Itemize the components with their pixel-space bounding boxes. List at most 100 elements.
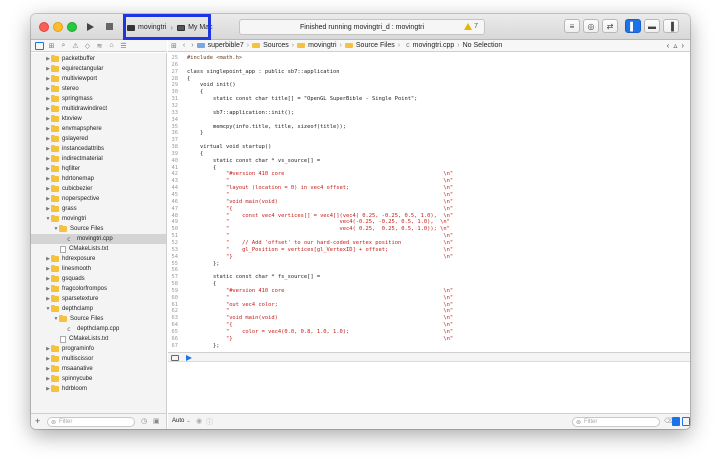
console-filter-field[interactable]: ⊜ Filter [572,417,660,427]
navigator-item[interactable]: ▶ fragcolorfrompos [31,284,166,294]
navigator-item-label: depthclamp [62,306,94,312]
forward-arrow-icon[interactable]: › [191,42,193,49]
navigator-item[interactable]: ▼ movingtri [31,214,166,224]
navigator-item[interactable]: ▶ linesmooth [31,264,166,274]
line-number: 67 [171,342,179,349]
console-filter-placeholder: Filter [584,419,598,425]
toggle-debug-area-button[interactable]: ▬ [644,19,660,33]
navigator-item[interactable]: ▶ hdrtonemap [31,174,166,184]
breadcrumb-sources[interactable]: Sources [263,42,289,49]
navigator-item-label: msaanative [62,366,93,372]
related-items-icon[interactable]: ⊞ [171,42,177,50]
navigator-item[interactable]: CMakeLists.txt [31,244,166,254]
navigator-item[interactable]: ▶ grass [31,204,166,214]
navigator-item[interactable]: ▶ equirectangular [31,64,166,74]
navigator-item-label: grass [62,206,77,212]
navigator-item[interactable]: ▶ springmass [31,94,166,104]
navigator-item[interactable]: ▶ indirectmaterial [31,154,166,164]
quick-look-icon[interactable]: ◉ [196,417,202,425]
folder-icon [344,43,353,48]
issue-navigator-icon[interactable]: ⚠ [71,42,80,50]
run-button[interactable] [83,19,97,35]
navigator-item[interactable]: ▶ instancedattribs [31,144,166,154]
warning-icon [464,23,473,30]
add-file-button[interactable]: + [35,416,40,426]
navigator-item[interactable]: c movingtri.cpp [31,234,166,244]
navigator-item[interactable]: ▶ hdrbloom [31,384,166,394]
navigator-item[interactable]: ▶ gsquads [31,274,166,284]
next-issue-icon[interactable]: › [681,41,684,50]
code-line: 67 }; [168,343,688,350]
navigator-item[interactable]: ▼ depthclamp [31,304,166,314]
navigator-item-label: Source Files [70,316,104,322]
navigator-item[interactable]: ▶ stereo [31,84,166,94]
report-navigator-icon[interactable]: ☰ [119,42,128,50]
navigator-item[interactable]: ▶ noperspective [31,194,166,204]
navigator-item-label: gsquads [62,276,85,282]
navigator-item-label: multidrawindirect [62,106,108,112]
navigator-item[interactable]: ▶ multidrawindirect [31,104,166,114]
navigator-item-label: spinnycube [62,376,93,382]
xcode-window: movingtri › My Mac Finished running movi… [31,14,690,429]
navigator-item[interactable]: ▼ Source Files [31,314,166,324]
navigator-item[interactable]: ▶ packetbuffer [31,54,166,64]
navigator-item[interactable]: ▶ cubicbezier [31,184,166,194]
find-navigator-icon[interactable]: ⌕ [59,42,68,50]
navigator-item[interactable]: ▶ hqfilter [31,164,166,174]
console-view-toggle-icon[interactable] [682,417,690,426]
breadcrumb-source-files[interactable]: Source Files [356,42,395,49]
toggle-navigator-button[interactable]: ▌ [625,19,641,33]
debug-console[interactable] [168,363,690,413]
navigator-item[interactable]: ▶ spinnycube [31,374,166,384]
symbol-navigator-icon[interactable]: ⊞ [47,42,56,50]
variables-view-toggle-icon[interactable] [672,417,680,426]
assistant-editor-button[interactable]: ◎ [583,19,599,33]
breadcrumb-movingtri[interactable]: movingtri [308,42,336,49]
version-editor-button[interactable]: ⇄ [602,19,618,33]
modified-files-icon[interactable]: ▣ [153,417,160,425]
navigator-item[interactable]: ▶ gslayered [31,134,166,144]
navigator-tabs: ⊞ ⌕ ⚠ ◇ ≋ ⌂ ☰ [31,40,167,52]
folder-icon [51,365,59,372]
debug-navigator-icon[interactable]: ≋ [95,42,104,50]
navigator-item[interactable]: ▶ multiviewport [31,74,166,84]
warning-indicator[interactable]: 7 [464,23,478,30]
navigator-item[interactable]: ▶ programinfo [31,344,166,354]
standard-editor-button[interactable]: ≡ [564,19,580,33]
breadcrumb-project[interactable]: superbible7 [208,42,244,49]
highlight-box [123,14,211,40]
folder-icon [51,195,59,202]
warning-nav-icon[interactable]: ▵ [673,41,677,50]
breadcrumb-selection[interactable]: No Selection [463,42,503,49]
recent-files-icon[interactable]: ◷ [141,417,147,425]
test-navigator-icon[interactable]: ◇ [83,42,92,50]
project-navigator-icon[interactable] [35,42,44,50]
navigator-item[interactable]: ▶ hdrexposure [31,254,166,264]
warning-count: 7 [474,23,478,30]
back-arrow-icon[interactable]: ‹ [183,42,185,49]
toggle-utilities-button[interactable]: ▐ [663,19,679,33]
breakpoints-toggle-icon[interactable] [186,355,192,361]
folder-icon [51,85,59,92]
navigator-item[interactable]: c depthclamp.cpp [31,324,166,334]
info-icon[interactable]: ⓘ [206,417,213,427]
minimize-window-button[interactable] [53,22,63,32]
navigator-filter-field[interactable]: ⊜ Filter [47,417,135,427]
navigator-item[interactable]: ▼ Source Files [31,224,166,234]
navigator-item[interactable]: ▶ sparsetexture [31,294,166,304]
stop-button[interactable] [103,19,117,35]
navigator-item[interactable]: ▶ msaanative [31,364,166,374]
source-editor[interactable]: 25 #include <math.h> 26 27 class singlepoint… [168,53,690,352]
navigator-item[interactable]: ▶ ktxview [31,114,166,124]
breadcrumb-file[interactable]: movingtri.cpp [413,42,455,49]
hide-debug-area-icon[interactable] [171,355,179,361]
navigator-item[interactable]: ▶ envmapsphere [31,124,166,134]
breakpoint-navigator-icon[interactable]: ⌂ [107,42,116,50]
navigator-item[interactable]: ▶ multiscissor [31,354,166,364]
navigator-item[interactable]: CMakeLists.txt [31,334,166,344]
close-window-button[interactable] [39,22,49,32]
navigator-item-label: packetbuffer [62,56,95,62]
variables-scope-select[interactable]: Auto ⌄ [172,418,191,424]
zoom-window-button[interactable] [67,22,77,32]
previous-issue-icon[interactable]: ‹ [667,41,670,50]
